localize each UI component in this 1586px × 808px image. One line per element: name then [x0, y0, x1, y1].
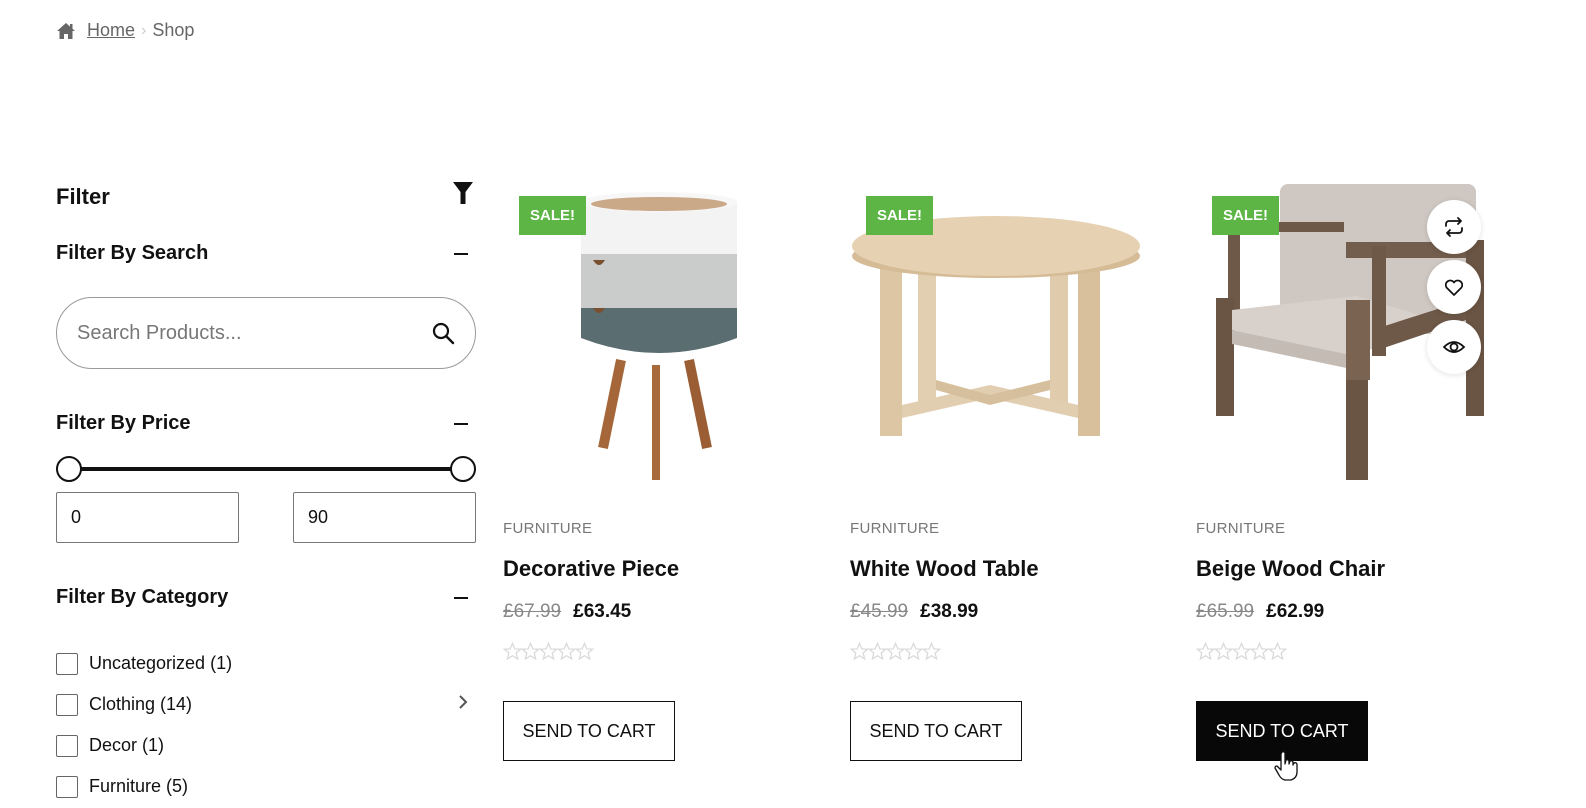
- filter-by-category-header[interactable]: Filter By Category: [56, 586, 472, 609]
- star-icon: [521, 642, 540, 661]
- search-box: [56, 297, 476, 369]
- original-price: £65.99: [1196, 601, 1255, 622]
- product-price: £65.99 £62.99: [1196, 601, 1324, 623]
- star-icon: [503, 642, 522, 661]
- star-icon: [1268, 642, 1287, 661]
- chevron-right-icon[interactable]: [458, 694, 468, 710]
- star-icon: [1214, 642, 1233, 661]
- category-item-furniture[interactable]: Furniture (5): [56, 766, 476, 807]
- product-price: £45.99 £38.99: [850, 601, 978, 623]
- max-price-input[interactable]: 90: [293, 492, 476, 543]
- category-checkbox[interactable]: [56, 734, 78, 757]
- star-icon: [868, 642, 887, 661]
- product-category[interactable]: FURNITURE: [503, 520, 592, 537]
- slider-track: [68, 467, 464, 471]
- compare-button[interactable]: [1427, 200, 1481, 254]
- heart-icon: [1444, 279, 1464, 296]
- category-item-uncategorized[interactable]: Uncategorized (1): [56, 643, 476, 684]
- category-checkbox[interactable]: [56, 652, 78, 675]
- slider-min-handle[interactable]: [56, 456, 82, 482]
- send-to-cart-button[interactable]: SEND TO CART: [850, 701, 1022, 761]
- product-name[interactable]: White Wood Table: [850, 556, 1039, 582]
- category-label: Clothing (14): [89, 694, 193, 714]
- category-checkbox[interactable]: [56, 693, 78, 716]
- category-label: Uncategorized (1): [89, 653, 233, 673]
- star-rating: [503, 642, 594, 661]
- collapse-minus-icon[interactable]: [454, 422, 468, 425]
- sale-badge: SALE!: [866, 196, 933, 235]
- product-category[interactable]: FURNITURE: [1196, 520, 1285, 537]
- star-icon: [904, 642, 923, 661]
- star-icon: [850, 642, 869, 661]
- quick-view-button[interactable]: [1427, 320, 1481, 374]
- home-icon: [57, 22, 75, 39]
- product-image[interactable]: SALE!: [850, 180, 1150, 490]
- hand-cursor-icon: [1274, 751, 1298, 781]
- sale-price: £62.99: [1266, 601, 1325, 622]
- filter-by-price-title: Filter By Price: [56, 412, 191, 434]
- star-icon: [575, 642, 594, 661]
- product-image[interactable]: SALE!: [503, 180, 803, 490]
- product-name[interactable]: Decorative Piece: [503, 556, 679, 582]
- price-range-slider[interactable]: [56, 456, 476, 482]
- star-rating: [1196, 642, 1287, 661]
- star-icon: [539, 642, 558, 661]
- star-icon: [557, 642, 576, 661]
- star-icon: [1196, 642, 1215, 661]
- slider-max-handle[interactable]: [450, 456, 476, 482]
- star-icon: [1232, 642, 1251, 661]
- breadcrumb-separator-icon: ›: [141, 21, 147, 39]
- collapse-minus-icon[interactable]: [454, 596, 468, 599]
- star-icon: [886, 642, 905, 661]
- search-input[interactable]: [77, 321, 431, 345]
- category-label: Furniture (5): [89, 776, 189, 796]
- eye-icon: [1442, 341, 1466, 353]
- breadcrumb-home-link[interactable]: Home: [87, 20, 135, 41]
- wishlist-button[interactable]: [1427, 260, 1481, 314]
- search-icon[interactable]: [431, 321, 455, 345]
- product-price: £67.99 £63.45: [503, 601, 631, 623]
- star-icon: [922, 642, 941, 661]
- category-label: Decor (1): [89, 735, 165, 755]
- product-category[interactable]: FURNITURE: [850, 520, 939, 537]
- filter-by-price-header[interactable]: Filter By Price: [56, 412, 472, 435]
- original-price: £67.99: [503, 601, 562, 622]
- original-price: £45.99: [850, 601, 909, 622]
- send-to-cart-button[interactable]: SEND TO CART: [503, 701, 675, 761]
- funnel-icon[interactable]: [452, 180, 474, 206]
- filter-by-search-title: Filter By Search: [56, 242, 209, 264]
- category-checkbox[interactable]: [56, 775, 78, 798]
- sale-price: £63.45: [573, 601, 632, 622]
- filter-by-search-header[interactable]: Filter By Search: [56, 242, 472, 265]
- breadcrumb-current: Shop: [152, 20, 195, 40]
- product-name[interactable]: Beige Wood Chair: [1196, 556, 1385, 582]
- min-price-input[interactable]: 0: [56, 492, 239, 543]
- filter-title: Filter: [56, 184, 110, 209]
- compare-icon: [1445, 217, 1463, 237]
- star-rating: [850, 642, 941, 661]
- breadcrumb: Home › Shop: [56, 20, 194, 41]
- collapse-minus-icon[interactable]: [454, 252, 468, 255]
- category-item-decor[interactable]: Decor (1): [56, 725, 476, 766]
- sale-price: £38.99: [920, 601, 979, 622]
- category-item-clothing[interactable]: Clothing (14): [56, 684, 476, 725]
- sale-badge: SALE!: [1212, 196, 1279, 235]
- sale-badge: SALE!: [519, 196, 586, 235]
- category-list: Uncategorized (1) Clothing (14) Decor (1…: [56, 643, 476, 807]
- star-icon: [1250, 642, 1269, 661]
- filter-by-category-title: Filter By Category: [56, 586, 229, 608]
